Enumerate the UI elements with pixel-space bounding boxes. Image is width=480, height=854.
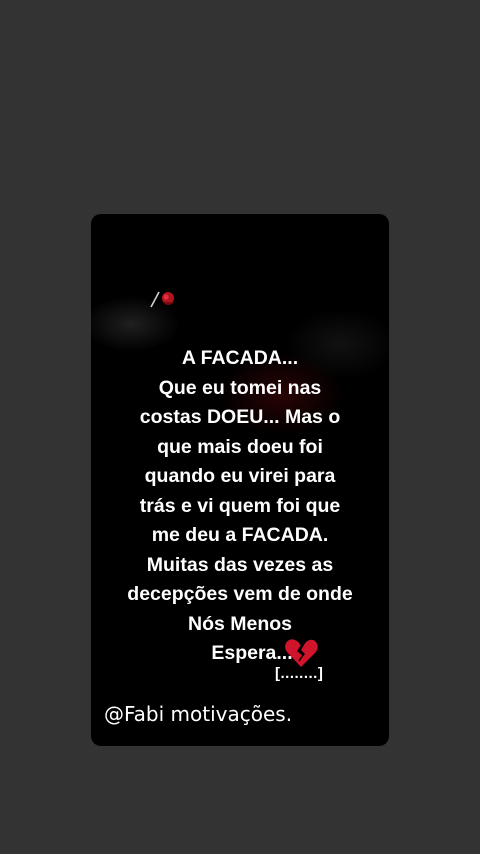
quote-line: costas DOEU... Mas o: [139, 406, 341, 428]
quote-text: A FACADA... Que eu tomei nas costas DOEU…: [91, 344, 389, 669]
story-card: A FACADA... Que eu tomei nas costas DOEU…: [91, 214, 389, 746]
author-credit: @Fabi motivações.: [104, 702, 293, 726]
quote-line: Que eu tomei nas: [158, 376, 322, 399]
quote-line: A FACADA...: [181, 347, 299, 369]
quote-line: me deu a FACADA.: [151, 524, 329, 546]
quote-line: Nós Menos: [187, 612, 292, 635]
quote-line: que mais doeu foi: [157, 435, 323, 458]
quote-line: decepções vem de onde: [127, 583, 353, 605]
quote-line: Muitas das vezes as: [146, 553, 334, 576]
quote-line: Espera...: [211, 642, 293, 664]
quote-line: trás e vi quem foi que: [139, 494, 341, 517]
quote-line: quando eu virei para: [144, 465, 336, 487]
ellipsis-bracket: [........]: [275, 665, 324, 682]
rose-icon: [150, 291, 174, 308]
